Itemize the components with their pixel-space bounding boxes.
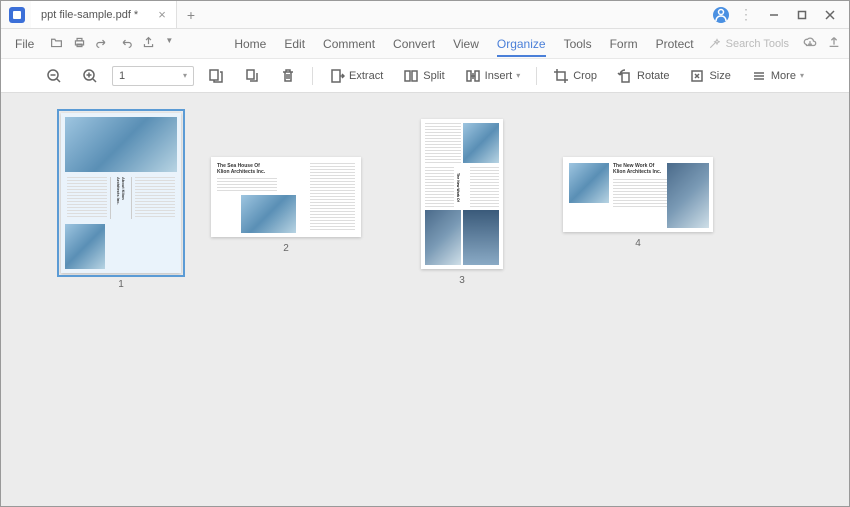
menu-edit[interactable]: Edit bbox=[284, 37, 305, 51]
close-button[interactable] bbox=[819, 4, 841, 26]
menu-convert[interactable]: Convert bbox=[393, 37, 435, 51]
zoom-out-button[interactable] bbox=[40, 64, 68, 88]
menubar: File ▼ Home Edit Comment Convert View Or… bbox=[1, 29, 849, 59]
extract-button[interactable]: Extract bbox=[323, 64, 389, 88]
minimize-button[interactable] bbox=[763, 4, 785, 26]
menu-view[interactable]: View bbox=[453, 37, 479, 51]
open-icon[interactable] bbox=[50, 36, 63, 52]
upload-icon[interactable] bbox=[827, 35, 841, 52]
redo-icon[interactable] bbox=[119, 36, 132, 52]
crop-icon bbox=[553, 68, 569, 84]
page-number-input[interactable]: 1 ▾ bbox=[112, 66, 194, 86]
select-all-button[interactable] bbox=[202, 64, 230, 88]
page-thumbnail-wrap: About Klion Architects Inc. 1 bbox=[61, 113, 181, 290]
thumbnail-text: The New Work Of Klion Architects Inc. bbox=[613, 163, 668, 209]
thumbnail-text: The Sea House Of Klion Architects Inc. bbox=[217, 163, 277, 192]
page-thumbnail-wrap: The Sea House Of Klion Architects Inc. 2 bbox=[211, 157, 361, 254]
copy-button[interactable] bbox=[238, 64, 266, 88]
main-menu: Home Edit Comment Convert View Organize … bbox=[234, 37, 693, 51]
page-thumbnail-4[interactable]: The New Work Of Klion Architects Inc. bbox=[563, 157, 713, 232]
organize-toolbar: 1 ▾ Extract Split Insert ▾ Crop Rotate S… bbox=[1, 59, 849, 93]
thumbnail-image bbox=[569, 163, 609, 203]
chevron-down-icon: ▾ bbox=[516, 71, 520, 80]
menu-comment[interactable]: Comment bbox=[323, 37, 375, 51]
wand-icon bbox=[708, 38, 720, 50]
more-icon bbox=[751, 68, 767, 84]
page-thumbnail-wrap: The New Work Of 3 bbox=[421, 119, 503, 286]
chevron-down-icon: ▾ bbox=[183, 71, 187, 80]
extract-icon bbox=[329, 68, 345, 84]
thumbnail-text: About Klion Architects Inc. bbox=[65, 175, 177, 221]
insert-icon bbox=[465, 68, 481, 84]
undo-icon[interactable] bbox=[96, 36, 109, 52]
page-thumbnail-2[interactable]: The Sea House Of Klion Architects Inc. bbox=[211, 157, 361, 237]
chevron-down-icon: ▾ bbox=[800, 71, 804, 80]
page-number-label: 1 bbox=[118, 279, 124, 290]
rotate-icon bbox=[617, 68, 633, 84]
divider bbox=[536, 67, 537, 85]
search-tools[interactable]: Search Tools bbox=[694, 38, 803, 50]
user-avatar-icon[interactable] bbox=[713, 7, 729, 23]
trash-icon bbox=[280, 68, 296, 84]
crop-button[interactable]: Crop bbox=[547, 64, 603, 88]
kebab-menu-icon[interactable]: ⋮ bbox=[735, 6, 757, 23]
thumbnail-image bbox=[425, 210, 499, 265]
document-tab[interactable]: ppt file-sample.pdf * × bbox=[31, 1, 177, 28]
thumbnail-text bbox=[425, 123, 499, 163]
more-button[interactable]: More ▾ bbox=[745, 64, 810, 88]
page-canvas[interactable]: About Klion Architects Inc. 1 The Sea Ho… bbox=[1, 93, 849, 506]
menu-protect[interactable]: Protect bbox=[656, 37, 694, 51]
rotate-button[interactable]: Rotate bbox=[611, 64, 675, 88]
share-icon[interactable] bbox=[142, 36, 155, 52]
maximize-button[interactable] bbox=[791, 4, 813, 26]
page-thumbnail-wrap: The New Work Of Klion Architects Inc. 4 bbox=[563, 157, 713, 249]
titlebar: ppt file-sample.pdf * × + ⋮ bbox=[1, 1, 849, 29]
size-icon bbox=[689, 68, 705, 84]
file-menu[interactable]: File bbox=[9, 37, 40, 51]
delete-button[interactable] bbox=[274, 64, 302, 88]
thumbnail-image bbox=[65, 224, 105, 269]
thumbnail-image bbox=[667, 163, 709, 228]
divider bbox=[312, 67, 313, 85]
new-tab-button[interactable]: + bbox=[177, 7, 205, 23]
select-all-icon bbox=[208, 68, 224, 84]
thumbnail-image bbox=[65, 117, 177, 172]
qat-dropdown-icon[interactable]: ▼ bbox=[165, 36, 173, 52]
app-icon bbox=[9, 7, 25, 23]
tab-filename: ppt file-sample.pdf * bbox=[41, 9, 138, 21]
split-icon bbox=[403, 68, 419, 84]
split-button[interactable]: Split bbox=[397, 64, 450, 88]
cloud-icon[interactable] bbox=[803, 35, 817, 52]
menu-form[interactable]: Form bbox=[610, 37, 638, 51]
zoom-out-icon bbox=[46, 68, 62, 84]
page-value: 1 bbox=[119, 70, 125, 82]
zoom-in-button[interactable] bbox=[76, 64, 104, 88]
page-number-label: 3 bbox=[459, 275, 465, 286]
insert-button[interactable]: Insert ▾ bbox=[459, 64, 527, 88]
size-button[interactable]: Size bbox=[683, 64, 736, 88]
page-number-label: 2 bbox=[283, 243, 289, 254]
menu-home[interactable]: Home bbox=[234, 37, 266, 51]
page-number-label: 4 bbox=[635, 238, 641, 249]
zoom-in-icon bbox=[82, 68, 98, 84]
print-icon[interactable] bbox=[73, 36, 86, 52]
thumbnail-image bbox=[241, 195, 296, 233]
menu-tools[interactable]: Tools bbox=[564, 37, 592, 51]
page-thumbnail-1[interactable]: About Klion Architects Inc. bbox=[61, 113, 181, 273]
thumbnail-text bbox=[310, 163, 355, 231]
tab-close-icon[interactable]: × bbox=[158, 7, 166, 22]
copy-icon bbox=[244, 68, 260, 84]
search-placeholder: Search Tools bbox=[726, 38, 789, 50]
menu-organize[interactable]: Organize bbox=[497, 37, 546, 57]
page-thumbnail-3[interactable]: The New Work Of bbox=[421, 119, 503, 269]
